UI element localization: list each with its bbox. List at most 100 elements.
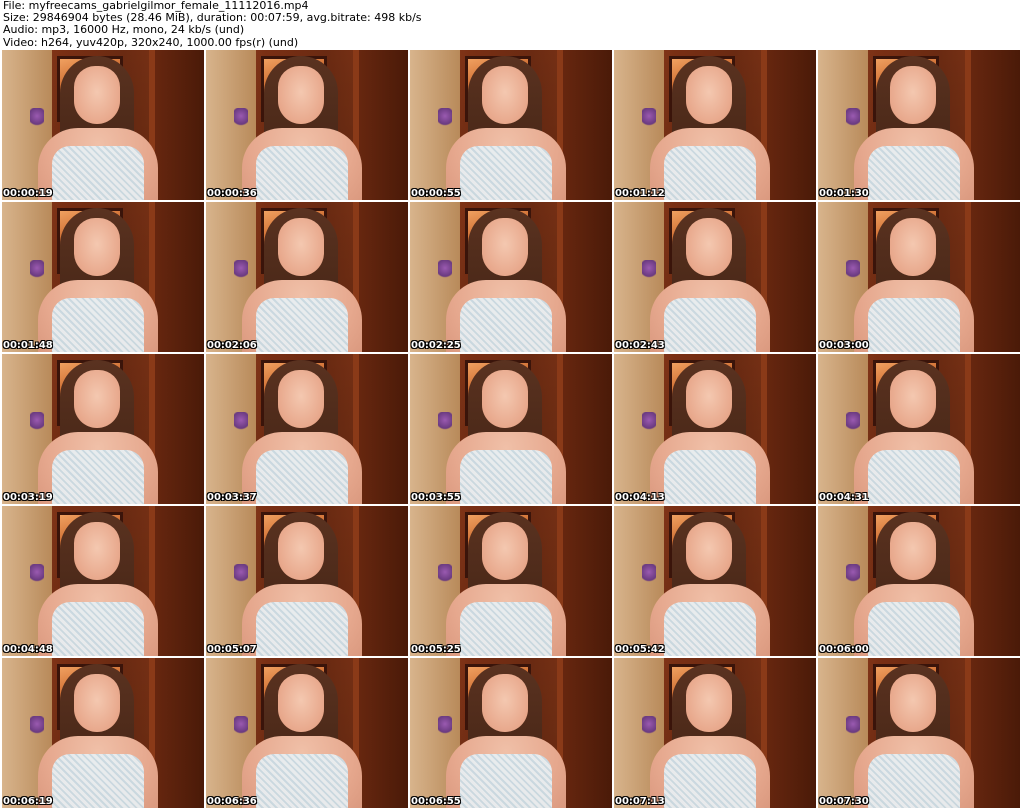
frame-scene-top: [868, 450, 960, 504]
frame-scene-flower: [642, 260, 656, 280]
video-frame-thumbnail: 00:02:25: [410, 202, 612, 352]
video-frame-thumbnail: 00:06:19: [2, 658, 204, 808]
frame-timestamp: 00:06:19: [3, 796, 53, 807]
video-frame-thumbnail: 00:01:30: [818, 50, 1020, 200]
video-frame-thumbnail: 00:03:00: [818, 202, 1020, 352]
video-frame-thumbnail: 00:04:48: [2, 506, 204, 656]
frame-scene-top: [256, 298, 348, 352]
video-frame-thumbnail: 00:03:55: [410, 354, 612, 504]
audio-info-line: Audio: mp3, 16000 Hz, mono, 24 kb/s (und…: [3, 23, 245, 37]
frame-timestamp: 00:04:48: [3, 644, 53, 655]
frame-scene-top: [52, 146, 144, 200]
video-frame-thumbnail: 00:03:19: [2, 354, 204, 504]
frame-scene-top: [460, 146, 552, 200]
frame-scene-top: [664, 146, 756, 200]
video-frame-thumbnail: 00:02:06: [206, 202, 408, 352]
video-frame-thumbnail: 00:06:36: [206, 658, 408, 808]
thumbnail-grid: 00:00:19 00:00:36 00:00:55 00:01:12 00:01:30…: [2, 50, 1020, 808]
frame-scene-flower: [234, 564, 248, 584]
video-frame-thumbnail: 00:03:37: [206, 354, 408, 504]
frame-scene-face: [482, 522, 528, 580]
frame-scene-face: [74, 674, 120, 732]
frame-scene-face: [74, 218, 120, 276]
video-frame-thumbnail: 00:00:36: [206, 50, 408, 200]
frame-scene-flower: [438, 260, 452, 280]
video-frame-thumbnail: 00:07:30: [818, 658, 1020, 808]
frame-scene-top: [664, 602, 756, 656]
frame-scene-face: [686, 522, 732, 580]
frame-scene-top: [868, 298, 960, 352]
video-frame-thumbnail: 00:07:13: [614, 658, 816, 808]
frame-scene-face: [482, 674, 528, 732]
frame-scene-flower: [30, 108, 44, 128]
frame-timestamp: 00:02:43: [615, 340, 665, 351]
frame-timestamp: 00:01:48: [3, 340, 53, 351]
video-info-line: Video: h264, yuv420p, 320x240, 1000.00 f…: [3, 35, 299, 49]
frame-scene-top: [52, 602, 144, 656]
frame-scene-face: [890, 522, 936, 580]
video-frame-thumbnail: 00:05:25: [410, 506, 612, 656]
frame-scene-face: [482, 66, 528, 124]
frame-timestamp: 00:00:55: [411, 188, 461, 199]
frame-scene-top: [256, 602, 348, 656]
frame-timestamp: 00:04:31: [819, 492, 869, 503]
frame-scene-face: [686, 66, 732, 124]
video-frame-thumbnail: 00:04:31: [818, 354, 1020, 504]
video-frame-thumbnail: 00:05:07: [206, 506, 408, 656]
frame-scene-flower: [30, 564, 44, 584]
frame-timestamp: 00:04:13: [615, 492, 665, 503]
frame-scene-flower: [846, 260, 860, 280]
frame-scene-flower: [234, 716, 248, 736]
video-frame-thumbnail: 00:05:42: [614, 506, 816, 656]
video-frame-thumbnail: 00:01:12: [614, 50, 816, 200]
frame-scene-flower: [438, 412, 452, 432]
frame-timestamp: 00:00:36: [207, 188, 257, 199]
frame-scene-face: [890, 66, 936, 124]
frame-scene-top: [52, 754, 144, 808]
frame-scene-face: [686, 674, 732, 732]
frame-scene-face: [890, 370, 936, 428]
frame-scene-top: [868, 602, 960, 656]
frame-scene-top: [460, 450, 552, 504]
frame-scene-flower: [438, 108, 452, 128]
frame-scene-face: [482, 218, 528, 276]
frame-timestamp: 00:00:19: [3, 188, 53, 199]
frame-timestamp: 00:01:12: [615, 188, 665, 199]
frame-scene-top: [664, 754, 756, 808]
frame-scene-face: [278, 66, 324, 124]
video-frame-thumbnail: 00:01:48: [2, 202, 204, 352]
frame-timestamp: 00:05:07: [207, 644, 257, 655]
frame-scene-face: [278, 522, 324, 580]
frame-timestamp: 00:06:55: [411, 796, 461, 807]
frame-scene-top: [460, 298, 552, 352]
frame-scene-top: [460, 602, 552, 656]
frame-scene-face: [890, 218, 936, 276]
frame-scene-face: [890, 674, 936, 732]
frame-scene-flower: [642, 564, 656, 584]
frame-scene-flower: [846, 108, 860, 128]
frame-scene-flower: [642, 716, 656, 736]
frame-timestamp: 00:02:06: [207, 340, 257, 351]
frame-scene-face: [686, 370, 732, 428]
frame-scene-flower: [30, 260, 44, 280]
frame-timestamp: 00:02:25: [411, 340, 461, 351]
frame-scene-flower: [642, 412, 656, 432]
frame-scene-top: [256, 450, 348, 504]
frame-scene-top: [664, 298, 756, 352]
frame-timestamp: 00:06:36: [207, 796, 257, 807]
frame-scene-face: [278, 370, 324, 428]
frame-timestamp: 00:07:13: [615, 796, 665, 807]
frame-scene-flower: [846, 716, 860, 736]
frame-scene-top: [256, 754, 348, 808]
frame-scene-flower: [438, 716, 452, 736]
frame-scene-flower: [234, 260, 248, 280]
frame-scene-flower: [846, 412, 860, 432]
frame-timestamp: 00:05:25: [411, 644, 461, 655]
frame-scene-face: [278, 218, 324, 276]
frame-scene-face: [74, 370, 120, 428]
video-frame-thumbnail: 00:06:00: [818, 506, 1020, 656]
frame-scene-face: [278, 674, 324, 732]
frame-scene-top: [460, 754, 552, 808]
frame-timestamp: 00:03:19: [3, 492, 53, 503]
frame-timestamp: 00:05:42: [615, 644, 665, 655]
